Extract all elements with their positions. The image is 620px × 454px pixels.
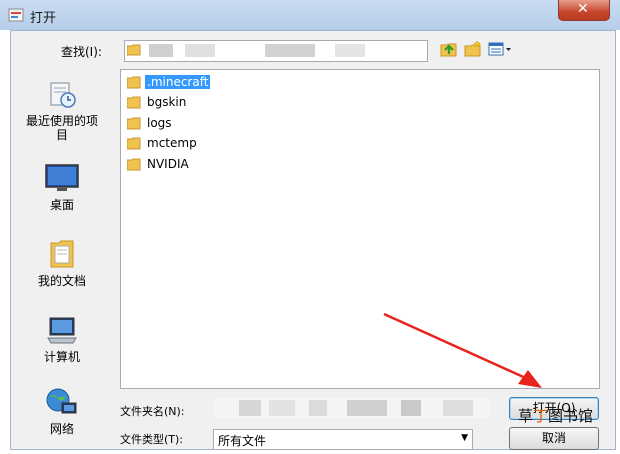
folder-icon <box>127 158 141 171</box>
file-name: bgskin <box>147 95 187 109</box>
places-desktop[interactable]: 桌面 <box>21 163 103 212</box>
view-menu-button[interactable] <box>487 39 513 59</box>
folder-icon <box>127 76 141 89</box>
folder-name-input[interactable] <box>213 398 491 418</box>
new-folder-icon <box>464 40 481 57</box>
blurred-text <box>443 400 473 416</box>
recent-items-icon <box>50 82 76 108</box>
places-recent-items[interactable]: 最近使用的项目 <box>21 77 103 142</box>
file-name: mctemp <box>147 136 197 150</box>
desktop-icon <box>45 164 79 191</box>
place-label: 我的文档 <box>37 274 86 288</box>
network-icon <box>46 388 77 414</box>
places-my-documents[interactable]: 我的文档 <box>21 237 103 288</box>
blurred-path-segment <box>335 44 365 57</box>
file-name: NVIDIA <box>147 157 189 171</box>
close-icon: ✕ <box>577 1 589 17</box>
folder-icon <box>127 96 141 109</box>
blurred-text <box>347 400 387 416</box>
watermark: 草丁图书馆 <box>518 405 593 426</box>
annotation-arrow <box>383 312 542 388</box>
java-app-icon <box>8 8 24 22</box>
cancel-button[interactable]: 取消 <box>509 427 599 450</box>
blurred-text <box>239 400 261 416</box>
file-type-select[interactable]: 所有文件 ▼ <box>213 429 473 450</box>
place-label: 计算机 <box>43 350 80 364</box>
up-one-level-button[interactable] <box>439 39 459 59</box>
blurred-text <box>269 400 295 416</box>
computer-icon <box>47 317 77 344</box>
folder-icon <box>127 44 141 56</box>
watermark-text: 草 <box>518 407 534 425</box>
look-in-combo[interactable] <box>124 40 428 62</box>
close-button[interactable]: ✕ <box>558 0 610 21</box>
open-file-dialog: 打开 ✕ 查找(I): 最近使用的项目 桌面 我的文档 计算机 网络 .mine… <box>0 0 620 454</box>
file-type-value: 所有文件 <box>218 434 267 448</box>
look-in-label: 查找(I): <box>61 45 102 59</box>
up-folder-icon <box>440 43 457 57</box>
blurred-path-segment <box>265 44 315 57</box>
folder-icon <box>127 117 141 130</box>
place-label: 最近使用的项目 <box>25 114 98 142</box>
blurred-path-segment <box>185 44 215 57</box>
window-title: 打开 <box>30 11 57 26</box>
documents-icon <box>50 240 74 268</box>
blurred-text <box>309 400 327 416</box>
file-type-label: 文件类型(T): <box>120 433 184 446</box>
view-menu-icon <box>488 42 511 56</box>
blurred-text <box>401 400 421 416</box>
title-bar[interactable]: 打开 ✕ <box>0 0 620 30</box>
file-name: .minecraft <box>145 75 211 89</box>
create-new-folder-button[interactable] <box>463 39 483 59</box>
folder-name-label: 文件夹名(N): <box>120 405 185 418</box>
blurred-path-segment <box>149 44 173 57</box>
watermark-highlight: 丁 <box>533 407 549 425</box>
places-network[interactable]: 网络 <box>21 387 103 436</box>
chevron-down-icon: ▼ <box>461 433 468 443</box>
places-computer[interactable]: 计算机 <box>21 315 103 364</box>
file-name: logs <box>147 116 172 130</box>
place-label: 网络 <box>49 422 74 436</box>
folder-icon <box>127 137 141 150</box>
watermark-text: 图书馆 <box>548 407 594 425</box>
place-label: 桌面 <box>49 198 74 212</box>
